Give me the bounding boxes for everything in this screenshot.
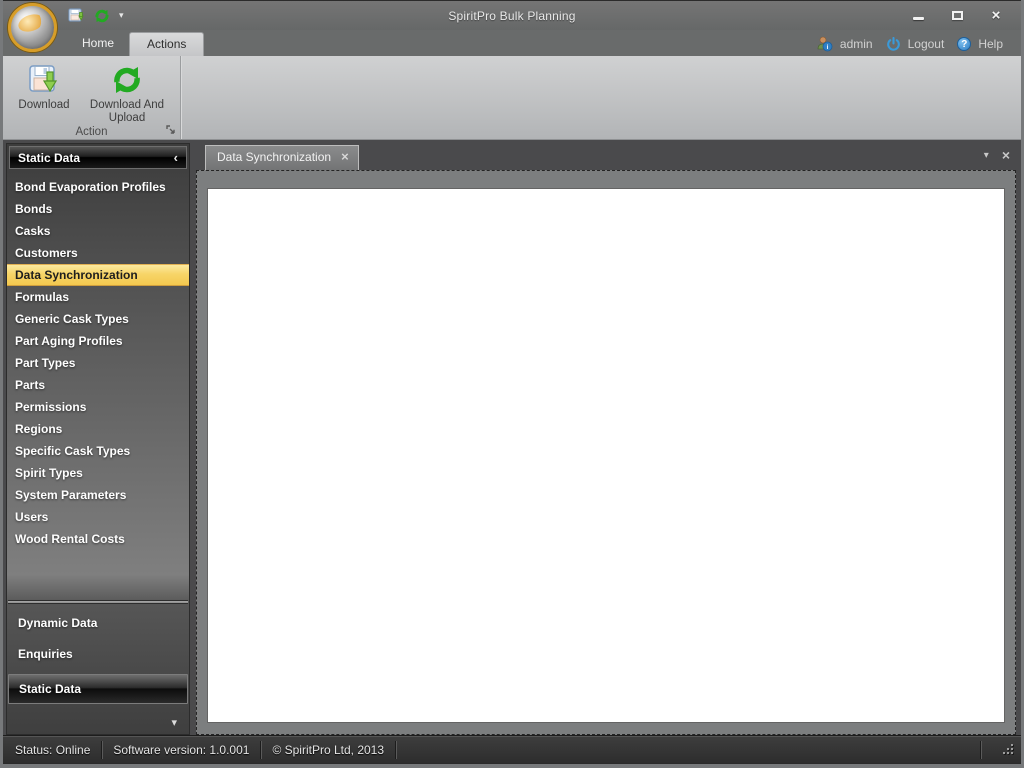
close-button[interactable]: × <box>985 8 1007 24</box>
dialog-launcher-icon <box>166 125 175 134</box>
document-blank-page <box>207 188 1005 723</box>
nav-item-users[interactable]: Users <box>7 506 189 528</box>
title-bar: ▾ SpiritPro Bulk Planning × <box>3 0 1021 52</box>
configure-buttons-caret-icon[interactable]: ▾ <box>171 716 177 729</box>
window-bottom-frame <box>3 763 1021 768</box>
nav-pane-header-label: Static Data <box>18 150 81 165</box>
user-icon: i <box>817 36 833 52</box>
ribbon-tab-row: Home Actions i admin Logout ? Help <box>3 30 1021 56</box>
maximize-icon <box>951 11 963 20</box>
document-list-caret-icon[interactable]: ▾ <box>984 150 989 161</box>
dialog-launcher-button[interactable] <box>166 125 176 135</box>
tab-strip-controls: ▾ × <box>984 148 1010 162</box>
nav-item-part-types[interactable]: Part Types <box>7 352 189 374</box>
nav-item-bond-evaporation-profiles[interactable]: Bond Evaporation Profiles <box>7 176 189 198</box>
static-data-list: Bond Evaporation Profiles Bonds Casks Cu… <box>7 176 189 550</box>
resize-grip[interactable] <box>1002 743 1015 756</box>
nav-item-system-parameters[interactable]: System Parameters <box>7 484 189 506</box>
nav-pane-header[interactable]: Static Data ‹ <box>9 146 187 169</box>
nav-item-permissions[interactable]: Permissions <box>7 396 189 418</box>
nav-pane-options-row: ▾ <box>7 710 189 734</box>
navigation-pane: Static Data ‹ Bond Evaporation Profiles … <box>6 143 190 735</box>
status-copyright: © SpiritPro Ltd, 2013 <box>272 742 385 757</box>
document-panel: Data Synchronization × ▾ × <box>196 143 1016 735</box>
nav-pane-splitter[interactable] <box>8 600 188 604</box>
power-icon[interactable] <box>886 36 901 52</box>
minimize-button[interactable] <box>907 8 929 24</box>
app-window: ▾ SpiritPro Bulk Planning × Home Actions… <box>0 0 1024 768</box>
window-controls: × <box>907 8 1021 24</box>
nav-item-regions[interactable]: Regions <box>7 418 189 440</box>
help-icon[interactable]: ? <box>957 37 972 51</box>
ribbon-group-caption: Action <box>3 125 180 139</box>
nav-item-spirit-types[interactable]: Spirit Types <box>7 462 189 484</box>
status-bar-right <box>969 740 1015 759</box>
nav-item-generic-cask-types[interactable]: Generic Cask Types <box>7 308 189 330</box>
status-online: Status: Online <box>15 742 91 757</box>
group-enquiries[interactable]: Enquiries <box>7 643 189 665</box>
nav-item-wood-rental-costs[interactable]: Wood Rental Costs <box>7 528 189 550</box>
nav-item-bonds[interactable]: Bonds <box>7 198 189 220</box>
download-button[interactable]: Download <box>11 62 77 112</box>
help-button[interactable]: Help <box>978 37 1003 51</box>
collapse-pane-chevron-icon[interactable]: ‹ <box>174 150 178 165</box>
document-tab-strip: Data Synchronization × ▾ × <box>196 143 1016 170</box>
window-title: SpiritPro Bulk Planning <box>448 8 576 23</box>
download-disk-icon <box>29 65 58 93</box>
sync-arrows-icon <box>114 67 140 93</box>
group-static-data[interactable]: Static Data <box>8 674 188 704</box>
nav-item-data-synchronization[interactable]: Data Synchronization <box>7 264 189 286</box>
svg-text:i: i <box>827 44 829 51</box>
logged-in-user[interactable]: admin <box>840 37 873 51</box>
nav-item-formulas[interactable]: Formulas <box>7 286 189 308</box>
download-button-label: Download <box>18 99 70 111</box>
status-divider <box>395 740 397 759</box>
status-divider <box>260 740 262 759</box>
nav-item-casks[interactable]: Casks <box>7 220 189 242</box>
ribbon-tabs: Home Actions <box>67 32 205 56</box>
document-frame <box>196 170 1016 735</box>
group-dynamic-data[interactable]: Dynamic Data <box>7 612 189 634</box>
app-logo-icon[interactable] <box>8 3 57 52</box>
status-software-version: Software version: 1.0.001 <box>113 742 250 757</box>
status-bar: Status: Online Software version: 1.0.001… <box>3 735 1021 763</box>
status-divider <box>101 740 103 759</box>
nav-pane-spacer <box>7 550 189 600</box>
nav-item-specific-cask-types[interactable]: Specific Cask Types <box>7 440 189 462</box>
tab-close-icon[interactable]: × <box>341 150 349 163</box>
document-tab-label: Data Synchronization <box>217 150 332 164</box>
ribbon: Download Download And Upload Action <box>3 56 1021 140</box>
logout-button[interactable]: Logout <box>908 37 945 51</box>
download-and-upload-button[interactable]: Download And Upload <box>81 62 173 125</box>
nav-item-parts[interactable]: Parts <box>7 374 189 396</box>
document-close-icon[interactable]: × <box>1002 148 1010 162</box>
nav-item-customers[interactable]: Customers <box>7 242 189 264</box>
tab-actions[interactable]: Actions <box>129 32 205 56</box>
tab-home[interactable]: Home <box>67 32 129 56</box>
minimize-icon <box>912 16 924 20</box>
session-area: i admin Logout ? Help <box>816 36 1021 56</box>
close-icon: × <box>991 6 1001 24</box>
main-content: Static Data ‹ Bond Evaporation Profiles … <box>3 140 1021 735</box>
maximize-button[interactable] <box>946 8 968 24</box>
ribbon-group-label: Action <box>75 126 108 139</box>
ribbon-group-buttons: Download Download And Upload <box>3 56 180 125</box>
nav-item-part-aging-profiles[interactable]: Part Aging Profiles <box>7 330 189 352</box>
status-divider <box>980 740 981 759</box>
ribbon-group-action: Download Download And Upload Action <box>3 56 181 139</box>
download-and-upload-button-label: Download And Upload <box>89 99 165 125</box>
document-tab-data-synchronization[interactable]: Data Synchronization × <box>205 145 359 170</box>
